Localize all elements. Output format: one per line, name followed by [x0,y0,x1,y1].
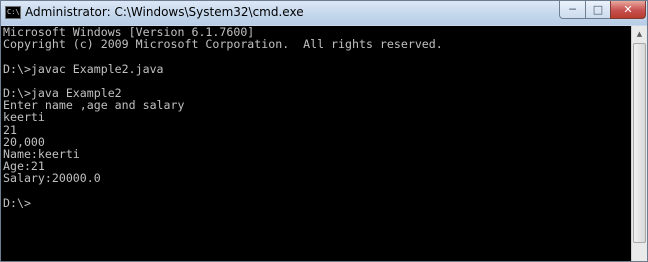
close-button[interactable]: ✕ [610,1,646,19]
console-line: Enter name ,age and salary [3,98,185,113]
console-line: 20,000 [3,134,45,149]
minimize-button[interactable]: ─ [559,1,586,19]
vertical-scrollbar[interactable]: ▲ [631,26,647,261]
scroll-thumb[interactable] [633,43,646,243]
console-output[interactable]: Microsoft Windows [Version 6.1.7600] Cop… [1,26,631,261]
cmd-window: C:\ Administrator: C:\Windows\System32\c… [0,0,648,262]
command-prompt[interactable]: D:\> [1,196,631,208]
console-line: 21 [3,122,17,137]
maximize-button[interactable]: □ [585,1,611,19]
console-line: D:\>javac Example2.java [3,61,164,76]
console-line: Salary:20000.0 [3,171,101,186]
console-line: Copyright (c) 2009 Microsoft Corporation… [3,37,443,52]
scroll-up-arrow-icon[interactable]: ▲ [632,26,647,42]
cmd-icon[interactable]: C:\ [5,6,21,19]
window-title: Administrator: C:\Windows\System32\cmd.e… [25,5,304,19]
title-bar[interactable]: C:\ Administrator: C:\Windows\System32\c… [1,1,647,25]
console-line: keerti [3,110,45,125]
console-line: Name:keerti [3,146,80,161]
